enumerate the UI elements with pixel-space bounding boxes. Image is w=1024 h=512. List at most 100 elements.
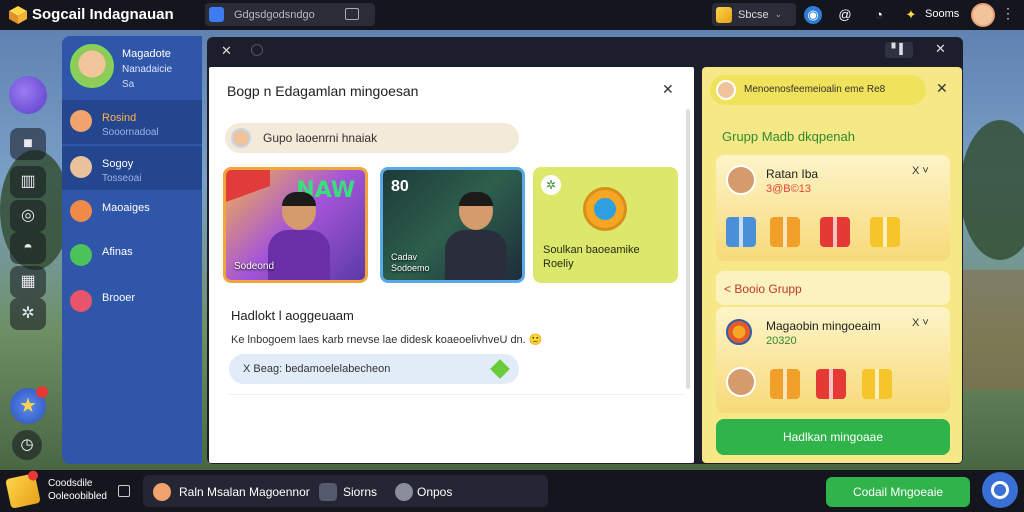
right-header-pill[interactable]: Menoenosfeemeioalin eme Re8 bbox=[710, 75, 926, 105]
calendar-icon[interactable]: ▦ bbox=[10, 266, 46, 298]
avatar bbox=[726, 165, 756, 195]
status-dot-icon bbox=[251, 44, 263, 56]
tag-pill-text: X Beag: bedamoelelabecheon bbox=[243, 363, 391, 375]
gift-icon bbox=[770, 217, 800, 247]
notification-dot bbox=[36, 386, 48, 398]
close-icon[interactable]: ✕ bbox=[662, 81, 674, 98]
sidebar: Magadote Nanadaicie Sa Rosind Sooornadoa… bbox=[62, 36, 202, 464]
gift-icon bbox=[770, 369, 800, 399]
scrollbar[interactable] bbox=[686, 109, 690, 389]
close-icon[interactable]: ✕ bbox=[221, 43, 232, 59]
media-card-1[interactable]: NAW Sodeond bbox=[223, 167, 368, 283]
profile-name: Magadote bbox=[122, 48, 171, 60]
group-card-sub: 3@B©13 bbox=[766, 183, 811, 195]
media-card-3[interactable]: ✲ Soulkan baoeamike Roeliy bbox=[533, 167, 678, 283]
card-label: Soulkan baoeamike Roeliy bbox=[543, 244, 640, 270]
clock-icon bbox=[583, 187, 627, 231]
avatar bbox=[231, 128, 251, 148]
gift-icon bbox=[820, 217, 850, 247]
person-image bbox=[268, 192, 330, 280]
person-icon bbox=[70, 156, 92, 178]
app-title: Sogcail Indagnauan bbox=[32, 6, 174, 23]
sidebar-item-2[interactable]: Sogoy Tosseoai bbox=[62, 146, 202, 190]
close-icon[interactable]: ✕ bbox=[936, 80, 948, 97]
chevron-down-icon: ⌄ bbox=[774, 9, 783, 19]
settings-icon[interactable]: ✲ bbox=[10, 298, 46, 330]
background-block bbox=[960, 270, 1024, 390]
section-body: Ke lnbogoem laes karb rnevse lae didesk … bbox=[231, 334, 543, 346]
group-card-1[interactable]: Ratan Iba 3@B©13 X ˅ bbox=[716, 155, 950, 261]
close-window-icon[interactable]: ✕ bbox=[935, 41, 946, 57]
group-icon bbox=[70, 200, 92, 222]
sparkle-icon[interactable]: ✦ bbox=[902, 6, 920, 24]
user-avatar[interactable] bbox=[971, 3, 995, 27]
dismiss-icon[interactable]: X ˅ bbox=[912, 317, 929, 329]
app-logo-icon[interactable] bbox=[5, 469, 41, 509]
bottom-text-1: Coodsdile bbox=[48, 478, 93, 489]
calendar-icon bbox=[70, 290, 92, 312]
notification-dot bbox=[27, 469, 39, 482]
profile-subtitle-2: Sa bbox=[122, 79, 135, 90]
top-search[interactable]: Gdgsdgodsndgo bbox=[205, 3, 375, 26]
person-icon bbox=[70, 110, 92, 132]
bottom-text-2: Ooleoobibled bbox=[48, 491, 107, 502]
media-card-2[interactable]: 80 Cadav Sodoemo bbox=[380, 167, 525, 283]
sidebar-item-5[interactable]: Brooer bbox=[62, 280, 202, 324]
bottom-tab-3[interactable]: Onpos bbox=[417, 485, 452, 499]
tag-pill[interactable]: X Beag: bedamoelelabecheon bbox=[229, 354, 519, 384]
lock-icon[interactable]: ■ bbox=[10, 128, 46, 160]
more-menu-icon[interactable]: ⋮ bbox=[1001, 5, 1015, 22]
assistant-icon[interactable] bbox=[982, 472, 1018, 508]
leaf-icon: ✲ bbox=[541, 175, 561, 195]
sidebar-item-3[interactable]: Maoaiges bbox=[62, 190, 202, 234]
clock-icon[interactable]: ◷ bbox=[12, 430, 42, 460]
group-card-name: Ratan Iba bbox=[766, 167, 819, 181]
bell-icon bbox=[395, 483, 413, 501]
badge-icon bbox=[226, 170, 270, 202]
pin-icon[interactable]: ▘▌ bbox=[885, 42, 913, 58]
divider bbox=[229, 394, 685, 395]
right-panel: Menoenosfeemeioalin eme Re8 ✕ Grupp Madb… bbox=[702, 67, 962, 463]
store-cube-icon bbox=[716, 6, 732, 23]
section-header-text: < Booio Grupp bbox=[724, 282, 802, 296]
grid-icon[interactable]: ▥ bbox=[10, 166, 46, 198]
gift-icon bbox=[726, 217, 756, 247]
gift-icon bbox=[870, 217, 900, 247]
sidebar-item-1[interactable]: Rosind Sooornadoal bbox=[62, 100, 202, 144]
sidebar-item-label: Sogoy bbox=[102, 158, 134, 170]
bottom-tab-2[interactable]: Siorns bbox=[343, 485, 377, 499]
store-label: Sbcse bbox=[738, 8, 769, 21]
group-card-2[interactable]: Magaobin mingoeaim 20320 X ˅ bbox=[716, 307, 950, 413]
center-search-pill[interactable]: Gupo laoenrni hnaiak bbox=[225, 123, 519, 153]
gem-icon bbox=[490, 359, 510, 379]
center-search-text: Gupo laoenrni hnaiak bbox=[263, 131, 378, 145]
coins-label: Sooms bbox=[925, 8, 960, 20]
window-icon[interactable] bbox=[118, 485, 130, 497]
star-icon[interactable]: ★ bbox=[10, 386, 48, 424]
globe-icon[interactable]: ◎ bbox=[10, 200, 46, 232]
bottom-tabs: Raln Msalan Magoennor Siorns Onpos bbox=[143, 475, 548, 507]
store-button[interactable]: Sbcse ⌄ bbox=[712, 3, 796, 26]
globe-icon[interactable]: ◉ bbox=[804, 6, 822, 24]
primary-action-button[interactable]: Hadlkan mingoaae bbox=[716, 419, 950, 455]
window-icon[interactable] bbox=[345, 8, 359, 20]
profile-card[interactable]: Magadote Nanadaicie Sa bbox=[62, 36, 202, 98]
at-icon[interactable]: @ bbox=[836, 6, 854, 24]
home-logo-icon[interactable] bbox=[9, 76, 47, 114]
chat-icon[interactable]: ◓ bbox=[10, 232, 46, 264]
center-panel: Bogp n Edagamlan mingoesan ✕ Gupo laoenr… bbox=[209, 67, 694, 463]
badge-icon bbox=[726, 319, 752, 345]
background-tree bbox=[960, 120, 1024, 260]
bottom-action-button[interactable]: Codail Mngoeaie bbox=[826, 477, 970, 507]
chat-icon[interactable]: ◔ bbox=[870, 6, 888, 24]
sidebar-item-label: Maoaiges bbox=[102, 202, 150, 214]
sidebar-item-sub: Sooornadoal bbox=[102, 127, 159, 138]
bottom-tab-1[interactable]: Raln Msalan Magoennor bbox=[179, 485, 310, 499]
sidebar-item-4[interactable]: Afinas bbox=[62, 234, 202, 278]
sidebar-item-label: Rosind bbox=[102, 112, 137, 124]
profile-avatar bbox=[70, 44, 114, 88]
section-header[interactable]: < Booio Grupp bbox=[716, 271, 950, 305]
sidebar-item-sub: Tosseoai bbox=[102, 173, 142, 184]
group-card-sub: 20320 bbox=[766, 335, 797, 347]
dismiss-icon[interactable]: X ˅ bbox=[912, 165, 929, 177]
